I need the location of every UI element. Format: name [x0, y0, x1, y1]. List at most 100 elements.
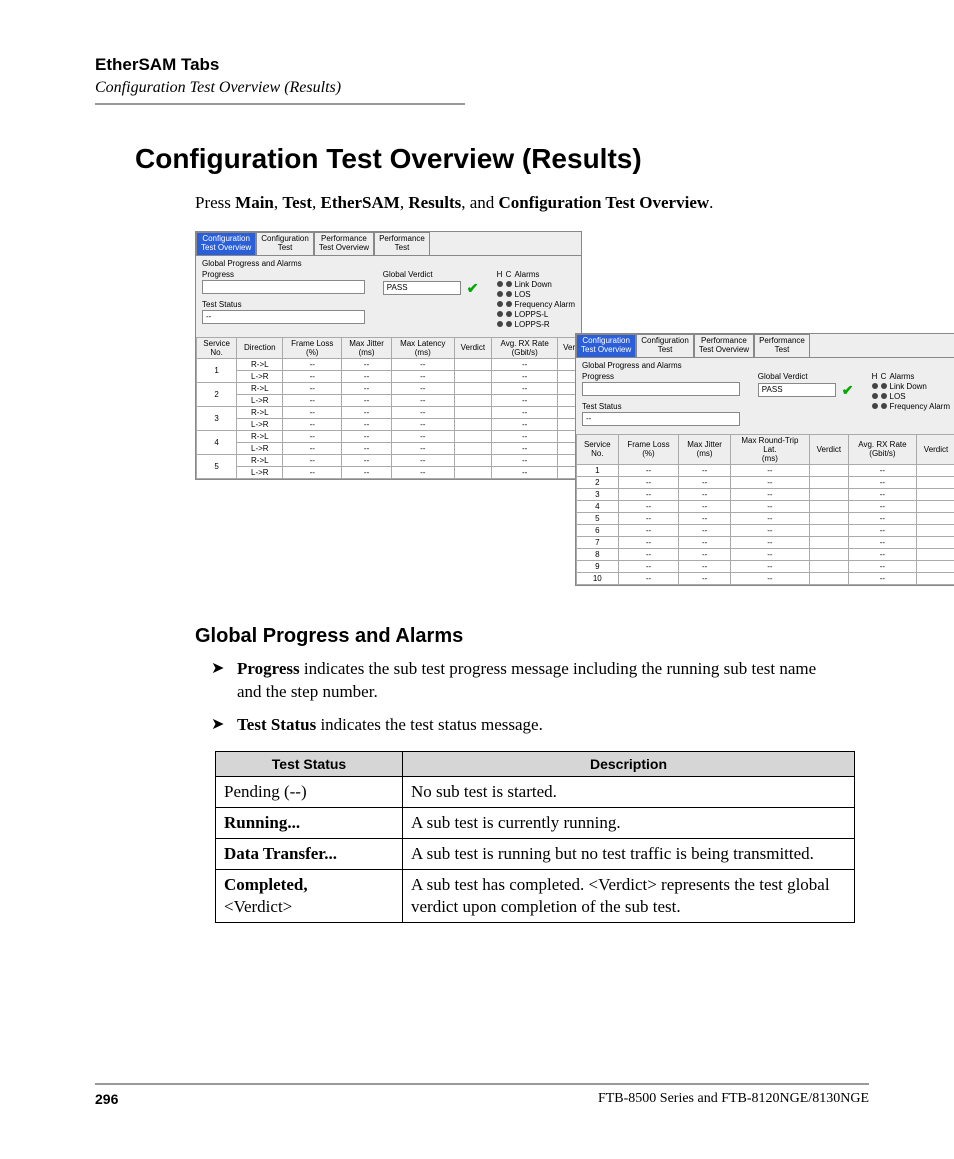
- led-icon: [881, 403, 887, 409]
- header-title: EtherSAM Tabs: [95, 55, 869, 75]
- tab-strip: ConfigurationTest OverviewConfigurationT…: [576, 334, 954, 357]
- table-row: L->R--------: [197, 442, 581, 454]
- table-row: 3--------: [577, 488, 954, 500]
- header-subtitle: Configuration Test Overview (Results): [95, 79, 869, 97]
- table-row: 9--------: [577, 560, 954, 572]
- check-icon: ✔: [467, 280, 479, 297]
- col-header: Direction: [237, 337, 283, 358]
- footer-model: FTB-8500 Series and FTB-8120NGE/8130NGE: [598, 1091, 869, 1107]
- progress-field: Progress: [202, 270, 365, 294]
- table-row: 5--------: [577, 512, 954, 524]
- screenshot-a: ConfigurationTest OverviewConfigurationT…: [195, 231, 582, 480]
- led-icon: [506, 281, 512, 287]
- verdict-box: PASS: [758, 383, 836, 397]
- led-icon: [497, 291, 503, 297]
- panel-title: Global Progress and Alarms: [202, 259, 575, 268]
- test-status-box: --: [582, 412, 740, 426]
- col-header: Avg. RX Rate(Gbit/s): [492, 337, 558, 358]
- status-key: Running...: [216, 807, 403, 838]
- progress-field: Progress: [582, 372, 740, 396]
- alarm-label: LOS: [515, 290, 531, 299]
- alarm-label: Link Down: [515, 280, 552, 289]
- progress-box: [582, 382, 740, 396]
- results-table-a: ServiceNo.DirectionFrame Loss(%)Max Jitt…: [196, 337, 581, 479]
- tab[interactable]: PerformanceTest Overview: [694, 334, 754, 357]
- bullet-text: indicates the test status message.: [316, 715, 543, 734]
- table-row: 10--------: [577, 572, 954, 584]
- tab[interactable]: ConfigurationTest: [636, 334, 694, 357]
- alarm-label: LOS: [890, 392, 906, 401]
- led-icon: [497, 321, 503, 327]
- table-row: L->R--------: [197, 466, 581, 478]
- col-header: Max Round-TripLat.(ms): [730, 434, 809, 464]
- footer-rule: [95, 1083, 869, 1085]
- led-icon: [506, 291, 512, 297]
- tab[interactable]: PerformanceTest: [374, 232, 430, 255]
- screenshot-b: ConfigurationTest OverviewConfigurationT…: [575, 333, 954, 586]
- col-header: Max Jitter(ms): [679, 434, 730, 464]
- table-row: 4--------: [577, 500, 954, 512]
- status-row: Pending (--)No sub test is started.: [216, 776, 855, 807]
- alarm-row: Frequency Alarm: [872, 402, 950, 411]
- table-row: 1R->L--------: [197, 358, 581, 370]
- screenshot-area: ConfigurationTest OverviewConfigurationT…: [195, 231, 869, 601]
- table-row: 1--------: [577, 464, 954, 476]
- tab[interactable]: PerformanceTest: [754, 334, 810, 357]
- status-header: Description: [403, 751, 855, 776]
- table-row: 2--------: [577, 476, 954, 488]
- results-table-b: ServiceNo.Frame Loss(%)Max Jitter(ms)Max…: [576, 434, 954, 585]
- table-row: 2R->L--------: [197, 382, 581, 394]
- panel-title: Global Progress and Alarms: [582, 361, 950, 370]
- tab[interactable]: ConfigurationTest: [256, 232, 314, 255]
- bullet-term: Test Status: [237, 715, 316, 734]
- table-row: 4R->L--------: [197, 430, 581, 442]
- table-row: L->R--------: [197, 394, 581, 406]
- page: EtherSAM Tabs Configuration Test Overvie…: [0, 0, 954, 1159]
- bullet-term: Progress: [237, 659, 300, 678]
- alarm-label: Link Down: [890, 382, 927, 391]
- col-header: Max Jitter(ms): [342, 337, 392, 358]
- status-desc: A sub test is running but no test traffi…: [403, 839, 855, 870]
- status-key: Data Transfer...: [216, 839, 403, 870]
- col-header: Verdict: [454, 337, 492, 358]
- test-status-field: Test Status--: [582, 402, 740, 426]
- global-verdict-field: Global Verdict PASS✔: [383, 270, 479, 297]
- test-status-box: --: [202, 310, 365, 324]
- tab-strip: ConfigurationTest OverviewConfigurationT…: [196, 232, 581, 255]
- test-status-field: Test Status--: [202, 300, 365, 324]
- alarm-row: LOS: [872, 392, 950, 401]
- status-row: Completed,<Verdict>A sub test has comple…: [216, 870, 855, 923]
- status-header: Test Status: [216, 751, 403, 776]
- alarms: HCAlarmsLink DownLOSFrequency Alarm: [872, 372, 950, 411]
- led-icon: [506, 321, 512, 327]
- col-header: ServiceNo.: [197, 337, 237, 358]
- page-footer: 296 FTB-8500 Series and FTB-8120NGE/8130…: [95, 1083, 869, 1107]
- alarm-label: Frequency Alarm: [515, 300, 575, 309]
- tab[interactable]: PerformanceTest Overview: [314, 232, 374, 255]
- gpa-panel: Global Progress and Alarms Progress Test…: [196, 255, 581, 335]
- bullet-list: Progress indicates the sub test progress…: [215, 658, 829, 737]
- tab[interactable]: ConfigurationTest Overview: [576, 334, 636, 357]
- table-row: 6--------: [577, 524, 954, 536]
- led-icon: [872, 393, 878, 399]
- check-icon: ✔: [842, 382, 854, 399]
- alarm-row: LOPPS-R: [497, 320, 575, 329]
- status-desc: A sub test has completed. <Verdict> repr…: [403, 870, 855, 923]
- status-key: Completed,<Verdict>: [216, 870, 403, 923]
- table-row: L->R--------: [197, 418, 581, 430]
- alarms: HCAlarmsLink DownLOSFrequency AlarmLOPPS…: [497, 270, 575, 329]
- status-table: Test StatusDescriptionPending (--)No sub…: [215, 751, 855, 923]
- col-header: Avg. RX Rate(Gbit/s): [848, 434, 916, 464]
- alarm-label: LOPPS-L: [515, 310, 549, 319]
- led-icon: [881, 383, 887, 389]
- intro-paragraph: Press Main, Test, EtherSAM, Results, and…: [195, 193, 869, 213]
- status-row: Data Transfer...A sub test is running bu…: [216, 839, 855, 870]
- alarm-row: Link Down: [497, 280, 575, 289]
- page-header: EtherSAM Tabs Configuration Test Overvie…: [95, 55, 869, 105]
- led-icon: [872, 403, 878, 409]
- led-icon: [506, 301, 512, 307]
- col-header: Frame Loss(%): [283, 337, 342, 358]
- tab[interactable]: ConfigurationTest Overview: [196, 232, 256, 255]
- alarm-row: Link Down: [872, 382, 950, 391]
- col-header: Verdict: [809, 434, 848, 464]
